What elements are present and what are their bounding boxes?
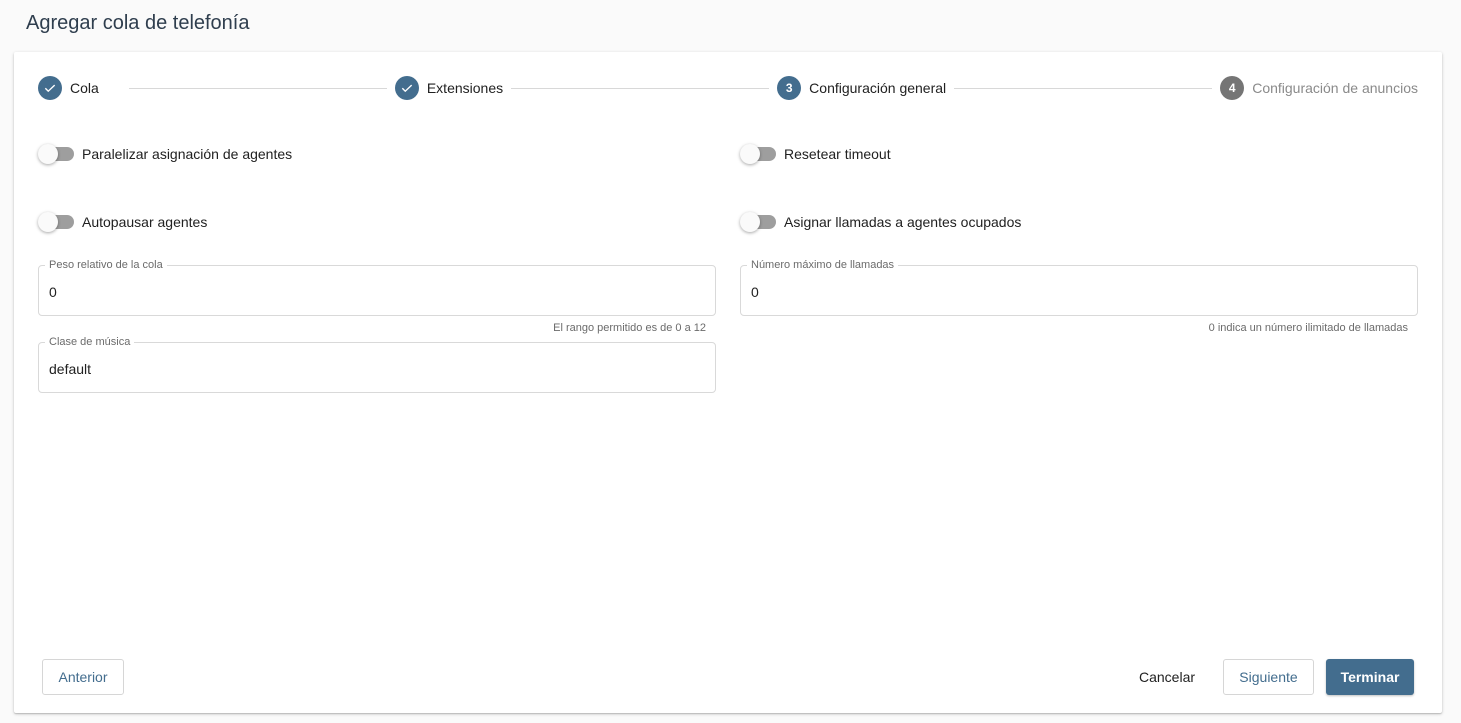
cancel-button[interactable]: Cancelar: [1126, 659, 1208, 695]
wizard-card: Cola Extensiones 3 Configuración general…: [14, 52, 1442, 713]
toggle-label: Asignar llamadas a agentes ocupados: [784, 214, 1022, 230]
step-label: Configuración general: [809, 80, 947, 96]
finish-button[interactable]: Terminar: [1326, 659, 1414, 695]
weight-hint: El rango permitido es de 0 a 12: [553, 322, 706, 334]
weight-input[interactable]: [49, 284, 705, 300]
check-icon: [394, 76, 419, 100]
stepper: Cola Extensiones 3 Configuración general…: [38, 76, 1418, 100]
toggle-switch[interactable]: [38, 212, 74, 232]
toggle-label: Autopausar agentes: [82, 214, 208, 230]
step-connector: [128, 87, 387, 89]
next-button[interactable]: Siguiente: [1223, 659, 1314, 695]
music-class-label: Clase de música: [45, 336, 135, 348]
step-number: 3: [777, 76, 802, 100]
page-title: Agregar cola de telefonía: [26, 12, 250, 34]
toggle-asignar-ocupados[interactable]: Asignar llamadas a agentes ocupados: [740, 212, 1021, 232]
toggle-switch[interactable]: [740, 212, 776, 232]
toggle-resetear-timeout[interactable]: Resetear timeout: [740, 144, 891, 164]
max-calls-field: Número máximo de llamadas: [740, 259, 1418, 316]
toggle-label: Resetear timeout: [784, 146, 891, 162]
max-calls-label: Número máximo de llamadas: [747, 259, 899, 271]
music-class-field: Clase de música: [38, 336, 716, 393]
step-label: Configuración de anuncios: [1252, 80, 1418, 96]
check-icon: [38, 76, 62, 100]
step-configuracion-general[interactable]: 3 Configuración general: [777, 76, 946, 100]
max-calls-input[interactable]: [751, 284, 1407, 300]
toggle-paralelizar[interactable]: Paralelizar asignación de agentes: [38, 144, 292, 164]
step-label: Extensiones: [426, 80, 504, 96]
step-connector: [954, 87, 1213, 89]
max-calls-hint: 0 indica un número ilimitado de llamadas: [1208, 322, 1408, 334]
step-extensiones[interactable]: Extensiones: [394, 76, 504, 100]
weight-label: Peso relativo de la cola: [45, 259, 167, 271]
toggle-label: Paralelizar asignación de agentes: [82, 146, 293, 162]
step-number: 4: [1220, 76, 1245, 100]
toggle-switch[interactable]: [740, 144, 776, 164]
music-class-input[interactable]: [49, 361, 705, 377]
toggle-autopausar[interactable]: Autopausar agentes: [38, 212, 207, 232]
previous-button[interactable]: Anterior: [42, 659, 124, 695]
step-label: Cola: [70, 80, 99, 96]
toggle-switch[interactable]: [38, 144, 74, 164]
weight-field: Peso relativo de la cola: [38, 259, 716, 316]
step-connector: [511, 87, 770, 89]
step-configuracion-anuncios[interactable]: 4 Configuración de anuncios: [1220, 76, 1418, 100]
step-cola[interactable]: Cola: [38, 76, 99, 100]
